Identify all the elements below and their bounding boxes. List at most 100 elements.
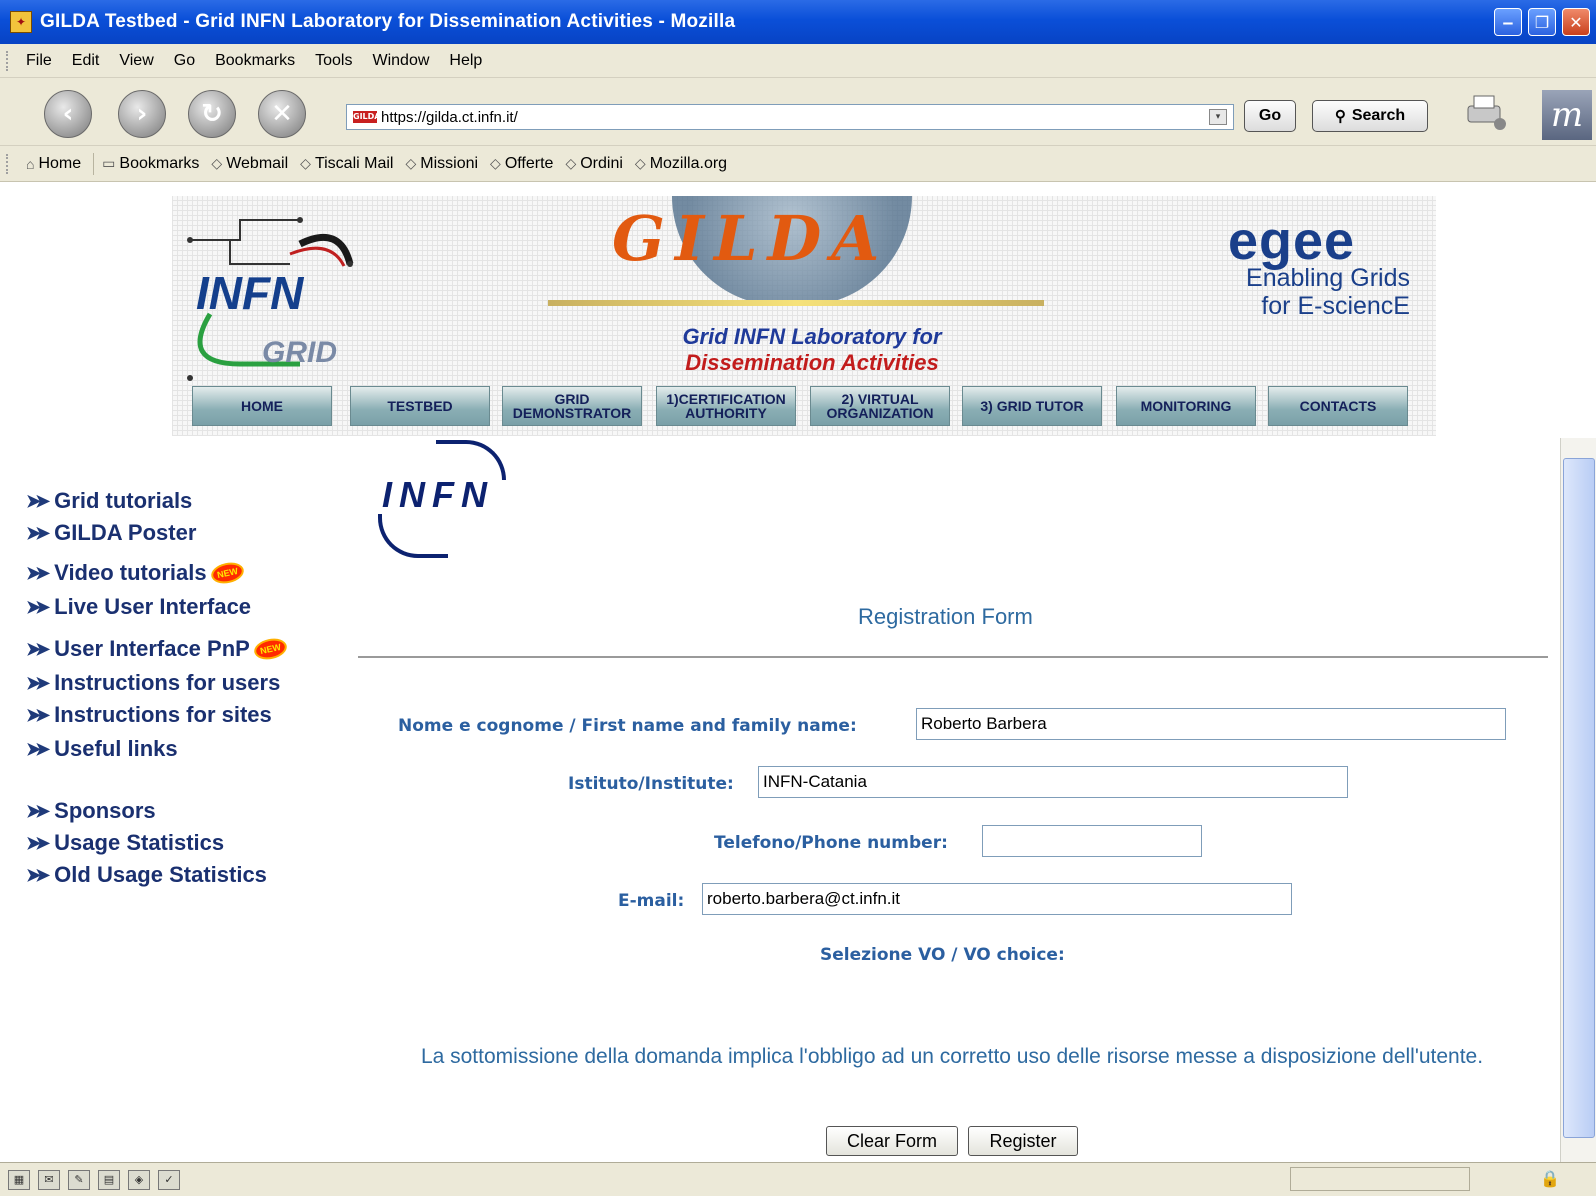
sidebar-item-old-usage-statistics[interactable]: ➤➤ Old Usage Statistics: [26, 862, 267, 888]
sidebar-item-user-interface-pnp[interactable]: ➤➤ User Interface PnP NEW: [26, 636, 287, 662]
bookmark-label: Ordini: [580, 154, 623, 172]
stop-icon[interactable]: ✕: [258, 90, 306, 138]
vertical-scrollbar[interactable]: [1560, 438, 1596, 1162]
bookmark-icon: ◇: [405, 155, 417, 171]
window-titlebar[interactable]: ✦ GILDA Testbed - Grid INFN Laboratory f…: [0, 0, 1596, 44]
tools-icon[interactable]: ✓: [158, 1169, 180, 1190]
window-title: GILDA Testbed - Grid INFN Laboratory for…: [40, 11, 736, 32]
bookmark-webmail[interactable]: ◇ Webmail: [211, 155, 288, 173]
sidebar-item-label: Video tutorials: [54, 560, 207, 585]
arrow-icon: ➤➤: [26, 562, 50, 583]
minimize-button[interactable]: ‒: [1494, 8, 1522, 36]
bookmark-label: Offerte: [504, 154, 554, 172]
subtitle-line-1: Grid INFN Laboratory for: [682, 324, 942, 349]
email-field[interactable]: [702, 883, 1292, 915]
new-badge-icon: NEW: [211, 562, 243, 584]
bookmark-offerte[interactable]: ◇ Offerte: [490, 155, 553, 173]
url-text[interactable]: https://gilda.ct.infn.it/: [381, 109, 518, 126]
forward-arrow-icon[interactable]: ›: [118, 90, 166, 138]
sidebar-item-usage-statistics[interactable]: ➤➤ Usage Statistics: [26, 830, 224, 856]
menu-file[interactable]: File: [26, 52, 52, 70]
url-bar[interactable]: GILDA https://gilda.ct.infn.it/ ▾: [346, 104, 1234, 130]
print-icon[interactable]: [1462, 92, 1508, 132]
sidebar-item-video-tutorials[interactable]: ➤➤ Video tutorials NEW: [26, 560, 243, 586]
tab-virtual-organization[interactable]: 2) VIRTUAL ORGANIZATION: [810, 386, 950, 426]
tab-testbed[interactable]: TESTBED: [350, 386, 490, 426]
bookmark-icon: ◇: [634, 155, 646, 171]
tab-certification-authority[interactable]: 1)CERTIFICATION AUTHORITY: [656, 386, 796, 426]
name-label: Nome e cognome / First name and family n…: [398, 716, 857, 736]
arrow-icon: ➤➤: [26, 832, 50, 853]
bookmark-tiscali-mail[interactable]: ◇ Tiscali Mail: [300, 155, 393, 173]
reload-icon[interactable]: ↻: [188, 90, 236, 138]
sidebar-item-grid-tutorials[interactable]: ➤➤ Grid tutorials: [26, 488, 192, 514]
addressbook-icon[interactable]: ▤: [98, 1169, 120, 1190]
lock-icon[interactable]: 🔒: [1540, 1169, 1560, 1188]
menu-bookmarks[interactable]: Bookmarks: [215, 52, 295, 70]
menu-tools[interactable]: Tools: [315, 52, 352, 70]
banner-infn: INFN: [196, 267, 304, 319]
menu-go[interactable]: Go: [174, 52, 195, 70]
maximize-button[interactable]: ❐: [1528, 8, 1556, 36]
menu-window[interactable]: Window: [372, 52, 429, 70]
clear-form-button[interactable]: Clear Form: [826, 1126, 958, 1156]
composer-icon[interactable]: ✎: [68, 1169, 90, 1190]
bookmark-mozilla[interactable]: ◇ Mozilla.org: [635, 155, 727, 173]
name-field[interactable]: [916, 708, 1506, 740]
navigator-icon[interactable]: ▦: [8, 1169, 30, 1190]
form-title: Registration Form: [858, 604, 1033, 629]
toolbar-grip[interactable]: [6, 50, 12, 71]
gilda-logo: GILDA: [612, 202, 890, 275]
scroll-thumb[interactable]: [1563, 458, 1595, 1138]
bookmark-label: Missioni: [420, 154, 479, 172]
subtitle-line-2: Dissemination Activities: [685, 350, 939, 375]
url-dropdown-icon[interactable]: ▾: [1209, 109, 1227, 125]
arrow-icon: ➤➤: [26, 522, 50, 543]
egee-line-1: Enabling Grids: [1246, 264, 1410, 292]
bookmark-missioni[interactable]: ◇ Missioni: [405, 155, 478, 173]
sidebar-item-live-user-interface[interactable]: ➤➤ Live User Interface: [26, 594, 251, 620]
bookmark-home[interactable]: ⌂ Home: [26, 155, 81, 173]
back-arrow-icon[interactable]: ‹: [44, 90, 92, 138]
tab-monitoring[interactable]: MONITORING: [1116, 386, 1256, 426]
tab-contacts[interactable]: CONTACTS: [1268, 386, 1408, 426]
sidebar-item-label: Instructions for users: [54, 670, 281, 695]
search-button[interactable]: ⚲ Search: [1312, 100, 1428, 132]
tab-home[interactable]: HOME: [192, 386, 332, 426]
sidebar-item-useful-links[interactable]: ➤➤ Useful links: [26, 736, 178, 762]
bookmarks-toolbar: ⌂ Home ▭ Bookmarks ◇ Webmail ◇ Tiscali Mail …: [0, 146, 1596, 182]
tab-grid-demonstrator[interactable]: GRID DEMONSTRATOR: [502, 386, 642, 426]
institute-field[interactable]: [758, 766, 1348, 798]
sidebar-item-gilda-poster[interactable]: ➤➤ GILDA Poster: [26, 520, 196, 546]
mail-icon[interactable]: ✉: [38, 1169, 60, 1190]
menu-edit[interactable]: Edit: [72, 52, 100, 70]
sidebar-item-label: Instructions for sites: [54, 702, 272, 727]
bookmark-ordini[interactable]: ◇ Ordini: [565, 155, 622, 173]
vo-choice-label: Selezione VO / VO choice:: [820, 945, 1065, 965]
gilda-subtitle: Grid INFN Laboratory for Dissemination A…: [602, 324, 1022, 376]
arrow-icon: ➤➤: [26, 672, 50, 693]
bookmark-bookmarks[interactable]: ▭ Bookmarks: [102, 155, 199, 173]
throbber-icon[interactable]: m: [1542, 90, 1592, 140]
sidebar-item-instructions-users[interactable]: ➤➤ Instructions for users: [26, 670, 280, 696]
new-badge-icon: NEW: [254, 638, 287, 660]
bookmark-label: Mozilla.org: [649, 154, 728, 172]
go-button[interactable]: Go: [1244, 100, 1296, 132]
menu-help[interactable]: Help: [449, 52, 482, 70]
phone-label: Telefono/Phone number:: [714, 833, 948, 853]
menu-view[interactable]: View: [119, 52, 153, 70]
arrow-icon: ➤➤: [26, 738, 50, 759]
sidebar-item-sponsors[interactable]: ➤➤ Sponsors: [26, 798, 156, 824]
sidebar-item-instructions-sites[interactable]: ➤➤ Instructions for sites: [26, 702, 272, 728]
tab-grid-tutor[interactable]: 3) GRID TUTOR: [962, 386, 1102, 426]
sidebar-item-label: Live User Interface: [54, 594, 252, 619]
bookmark-label: Bookmarks: [119, 154, 200, 172]
arrow-icon: ➤➤: [26, 638, 50, 659]
close-button[interactable]: ✕: [1562, 8, 1590, 36]
chat-icon[interactable]: ◈: [128, 1169, 150, 1190]
bookmarks-grip[interactable]: [6, 153, 12, 174]
phone-field[interactable]: [982, 825, 1202, 857]
sidebar-item-label: User Interface PnP: [54, 636, 250, 661]
sidebar-item-label: Old Usage Statistics: [54, 862, 267, 887]
register-button[interactable]: Register: [968, 1126, 1078, 1156]
